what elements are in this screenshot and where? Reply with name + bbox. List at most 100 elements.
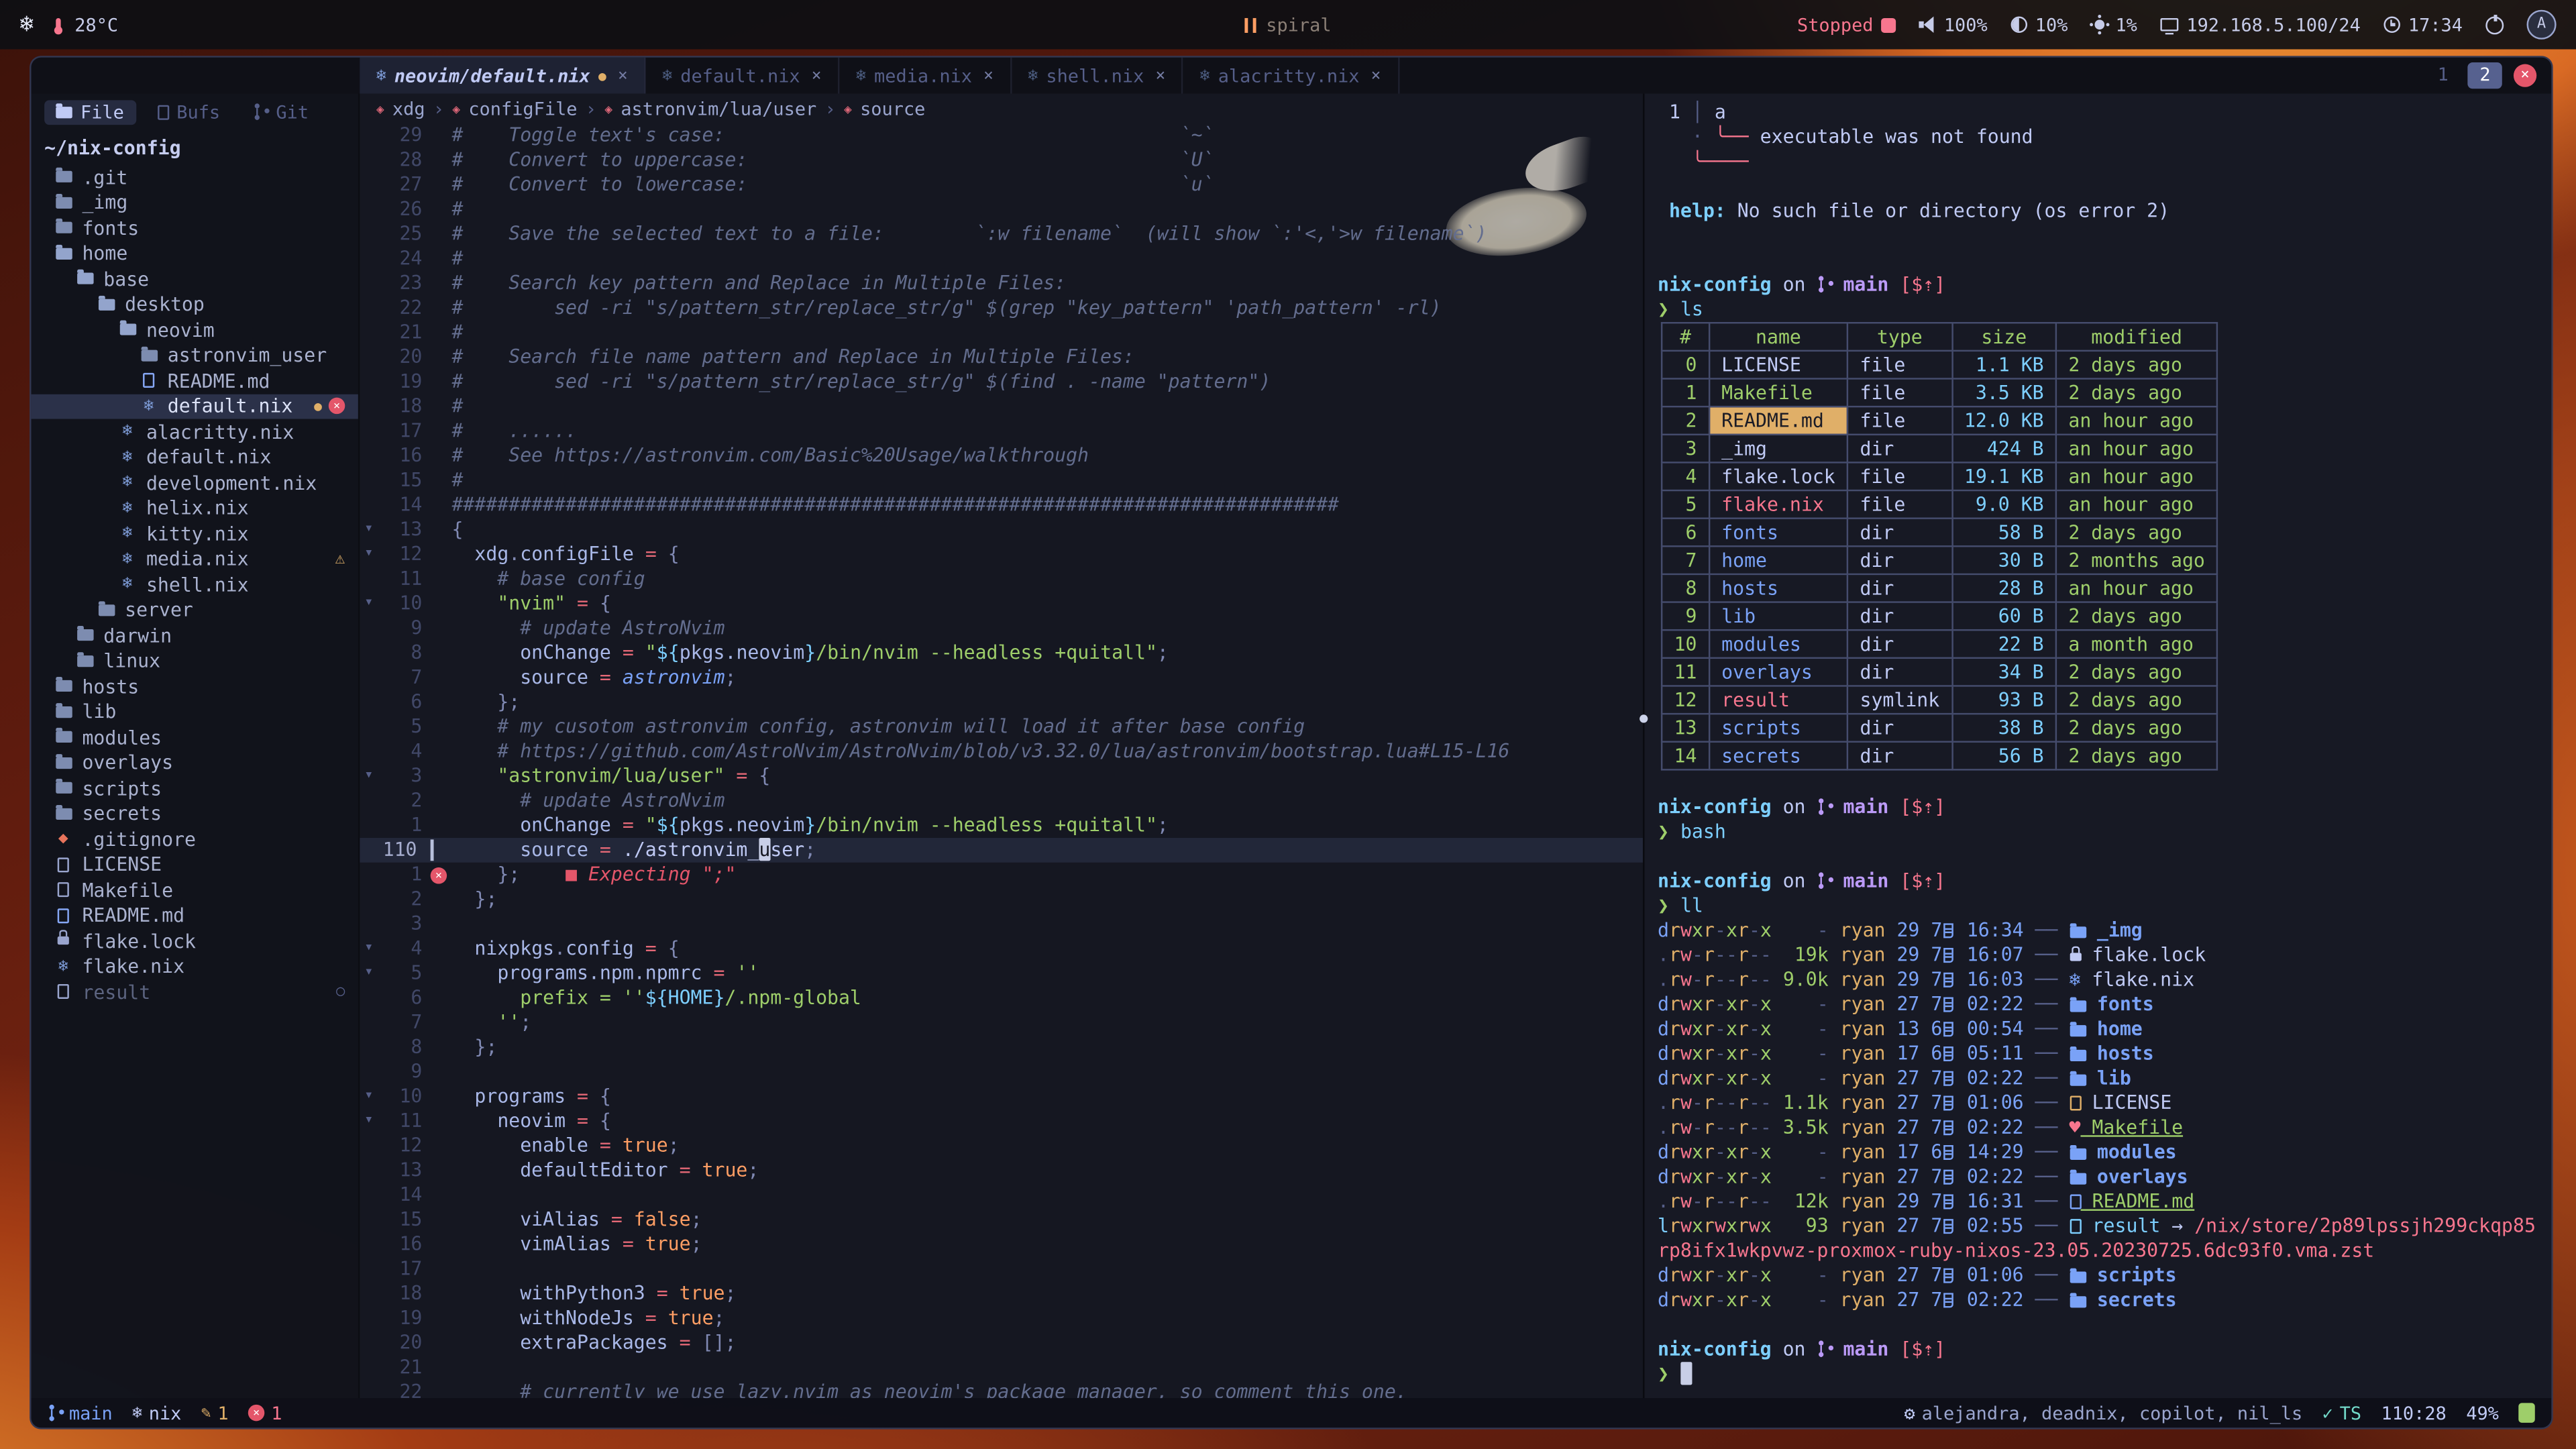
tree-item-.git[interactable]: .git bbox=[32, 164, 358, 190]
editor-line[interactable]: ▾12 xdg.configFile = { bbox=[360, 542, 1643, 567]
editor-line[interactable]: 19 withNodeJs = true; bbox=[360, 1306, 1643, 1331]
editor-line[interactable]: 23# Search key pattern and Replace in Mu… bbox=[360, 271, 1643, 296]
editor-line[interactable]: ▾5 programs.npm.npmrc = '' bbox=[360, 961, 1643, 986]
breadcrumb-item[interactable]: xdg bbox=[392, 98, 425, 119]
terminal-pane[interactable]: 1 │ a · ╰── executable was not found ╰──… bbox=[1644, 94, 2551, 1398]
editor-line[interactable]: 3 bbox=[360, 912, 1643, 936]
editor-line[interactable]: ▾11 neovim = { bbox=[360, 1109, 1643, 1134]
editor-line[interactable]: 19# sed -ri "s/pattern_str/replace_str/g… bbox=[360, 370, 1643, 394]
editor-line[interactable]: ▾3 "astronvim/lua/user" = { bbox=[360, 764, 1643, 789]
tree-item-LICENSE[interactable]: LICENSE bbox=[32, 852, 358, 877]
tree-item-neovim[interactable]: neovim bbox=[32, 317, 358, 343]
tree-item-secrets[interactable]: secrets bbox=[32, 801, 358, 826]
tree-item-media.nix[interactable]: ❄media.nix⚠ bbox=[32, 546, 358, 572]
breadcrumb-item[interactable]: configFile bbox=[468, 98, 577, 119]
editor-line[interactable]: 25# Save the selected text to a file: `:… bbox=[360, 222, 1643, 247]
nix-logo-icon[interactable]: ❄ bbox=[19, 11, 34, 38]
tree-item-base[interactable]: base bbox=[32, 266, 358, 292]
editor-line[interactable]: 5 # my cusotom astronvim config, astronv… bbox=[360, 714, 1643, 739]
tree-item-README.md[interactable]: README.md bbox=[32, 903, 358, 928]
editor-line[interactable]: ▾13{ bbox=[360, 517, 1643, 542]
buffer-tab-default.nix[interactable]: ❄default.nix× bbox=[646, 58, 840, 94]
editor-line[interactable]: ▾10 "nvim" = { bbox=[360, 592, 1643, 616]
power-button[interactable] bbox=[2485, 15, 2504, 34]
tree-item-default.nix[interactable]: ❄default.nix●× bbox=[32, 394, 358, 419]
editor-line[interactable]: 13 defaultEditor = true; bbox=[360, 1159, 1643, 1183]
editor-line[interactable]: ▾10 programs = { bbox=[360, 1084, 1643, 1109]
editor-line[interactable]: 14 bbox=[360, 1183, 1643, 1208]
editor-line[interactable]: 8 onChange = "${pkgs.neovim}/bin/nvim --… bbox=[360, 641, 1643, 665]
editor-line[interactable]: 1× }; ■ Expecting ";" bbox=[360, 863, 1643, 888]
brightness-indicator[interactable]: 1% bbox=[2091, 14, 2137, 36]
tree-item-server[interactable]: server bbox=[32, 597, 358, 623]
neotree-tab-file[interactable]: File bbox=[44, 100, 136, 125]
tab-1[interactable]: 1 bbox=[2426, 62, 2461, 89]
editor-line[interactable]: 8 }; bbox=[360, 1035, 1643, 1060]
editor-line[interactable]: 27# Convert to lowercase: `u` bbox=[360, 172, 1643, 197]
tree-item-overlays[interactable]: overlays bbox=[32, 750, 358, 775]
editor-line[interactable]: ▾4 nixpkgs.config = { bbox=[360, 936, 1643, 961]
tree-item-astronvim_user[interactable]: astronvim_user bbox=[32, 343, 358, 368]
temperature-indicator[interactable]: 28°C bbox=[56, 14, 118, 36]
editor-line[interactable]: 7 ''; bbox=[360, 1010, 1643, 1035]
editor-line[interactable]: 9 bbox=[360, 1060, 1643, 1085]
editor-line[interactable]: 11 # base config bbox=[360, 567, 1643, 592]
editor-line[interactable]: 22 # currently we use lazy.nvim as neovi… bbox=[360, 1380, 1643, 1398]
error-count[interactable]: × 1 bbox=[248, 1402, 282, 1424]
editor-line[interactable]: 4 # https://github.com/AstroNvim/AstroNv… bbox=[360, 739, 1643, 764]
breadcrumb-item[interactable]: astronvim/lua/user bbox=[621, 98, 816, 119]
editor-line[interactable]: 29# Toggle text's case: `~` bbox=[360, 123, 1643, 148]
tree-item-result[interactable]: result○ bbox=[32, 979, 358, 1005]
tree-item-scripts[interactable]: scripts bbox=[32, 775, 358, 801]
tree-item-flake.nix[interactable]: ❄flake.nix bbox=[32, 954, 358, 979]
neotree-tab-git[interactable]: Git bbox=[241, 100, 320, 125]
clock-indicator[interactable]: 17:34 bbox=[2383, 14, 2463, 36]
tree-item-.gitignore[interactable]: ◆.gitignore bbox=[32, 826, 358, 852]
tree-item-shell.nix[interactable]: ❄shell.nix bbox=[32, 572, 358, 597]
neotree-tab-bufs[interactable]: Bufs bbox=[146, 100, 232, 125]
tree-item-lib[interactable]: lib bbox=[32, 699, 358, 724]
tree-item-darwin[interactable]: darwin bbox=[32, 623, 358, 648]
editor-line[interactable]: 16# See https://astronvim.com/Basic%20Us… bbox=[360, 443, 1643, 468]
user-avatar[interactable]: A bbox=[2527, 10, 2557, 40]
tree-item-development.nix[interactable]: ❄development.nix bbox=[32, 470, 358, 495]
tree-item-helix.nix[interactable]: ❄helix.nix bbox=[32, 495, 358, 521]
editor-line[interactable]: 24# bbox=[360, 246, 1643, 271]
window-separator[interactable] bbox=[1643, 94, 1644, 1398]
editor-line[interactable]: 18# bbox=[360, 394, 1643, 419]
volume-indicator[interactable]: 100% bbox=[1919, 14, 1988, 36]
tree-item-fonts[interactable]: fonts bbox=[32, 215, 358, 241]
editor-line[interactable]: 7 source = astronvim; bbox=[360, 665, 1643, 690]
breadcrumb-item[interactable]: source bbox=[860, 98, 925, 119]
tree-item-default.nix[interactable]: ❄default.nix bbox=[32, 444, 358, 470]
tree-item-hosts[interactable]: hosts bbox=[32, 674, 358, 699]
buffer-tab-neovim/default.nix[interactable]: ❄neovim/default.nix●× bbox=[360, 58, 645, 94]
editor-line[interactable]: 22# sed -ri "s/pattern_str/replace_str/g… bbox=[360, 296, 1643, 321]
editor-line[interactable]: 18 withPython3 = true; bbox=[360, 1281, 1643, 1306]
tree-item-alacritty.nix[interactable]: ❄alacritty.nix bbox=[32, 419, 358, 444]
tree-item-kitty.nix[interactable]: ❄kitty.nix bbox=[32, 521, 358, 546]
tree-item-flake.lock[interactable]: flake.lock bbox=[32, 928, 358, 954]
network-indicator[interactable]: 192.168.5.100/24 bbox=[2160, 14, 2361, 36]
editor-line[interactable]: 28# Convert to uppercase: `U` bbox=[360, 148, 1643, 172]
tree-item-home[interactable]: home bbox=[32, 241, 358, 266]
editor-line[interactable]: 2 # update AstroNvim bbox=[360, 789, 1643, 814]
editor-line[interactable]: 15# bbox=[360, 468, 1643, 493]
close-buffer-icon[interactable]: × bbox=[983, 66, 994, 85]
tree-item-Makefile[interactable]: Makefile bbox=[32, 877, 358, 903]
editor-line[interactable]: 17# ...... bbox=[360, 419, 1643, 443]
buffer-tab-media.nix[interactable]: ❄media.nix× bbox=[840, 58, 1012, 94]
buffer-tab-alacritty.nix[interactable]: ❄alacritty.nix× bbox=[1183, 58, 1399, 94]
editor-line[interactable]: 20# Search file name pattern and Replace… bbox=[360, 345, 1643, 370]
editor-line[interactable]: 15 viAlias = false; bbox=[360, 1208, 1643, 1232]
close-buffer-icon[interactable]: × bbox=[1155, 66, 1165, 85]
close-tab-button[interactable]: × bbox=[2514, 64, 2536, 87]
tree-item-linux[interactable]: linux bbox=[32, 648, 358, 674]
buffer-tab-shell.nix[interactable]: ❄shell.nix× bbox=[1012, 58, 1183, 94]
tree-item-_img[interactable]: _img bbox=[32, 190, 358, 215]
editor-line[interactable]: 110 source = ./astronvim_user; bbox=[360, 838, 1643, 863]
tree-item-modules[interactable]: modules bbox=[32, 724, 358, 750]
editor-pane[interactable]: ◈xdg›◈configFile›◈astronvim/lua/user›◈so… bbox=[360, 94, 1643, 1398]
tree-item-README.md[interactable]: README.md bbox=[32, 368, 358, 394]
recording-stopped-indicator[interactable]: Stopped bbox=[1797, 14, 1896, 36]
